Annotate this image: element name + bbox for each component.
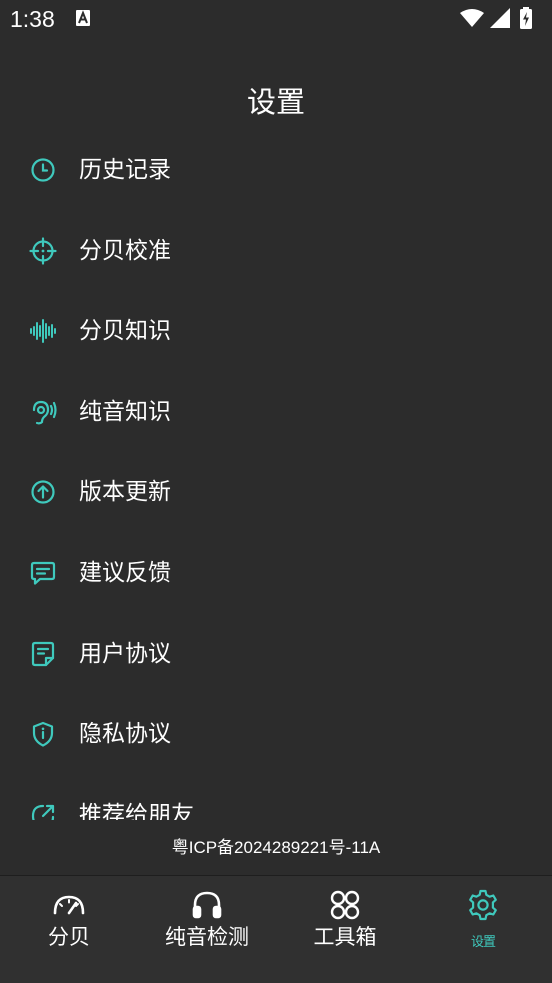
settings-item-user-agreement[interactable]: 用户协议 bbox=[0, 614, 552, 694]
status-time: 1:38 bbox=[10, 6, 55, 32]
settings-item-label: 隐私协议 bbox=[79, 721, 171, 747]
shield-icon bbox=[32, 721, 54, 747]
settings-item-version-update[interactable]: 版本更新 bbox=[0, 452, 552, 532]
icp-license-text[interactable]: 粤ICP备2024289221号-11A bbox=[0, 835, 552, 861]
tab-label: 纯音检测 bbox=[165, 925, 249, 949]
status-bar: 1:38 bbox=[0, 0, 552, 40]
tab-toolbox[interactable]: 工具箱 bbox=[276, 876, 414, 983]
notification-a-icon bbox=[76, 10, 90, 26]
settings-item-label: 分贝知识 bbox=[79, 318, 171, 344]
settings-item-pure-tone-knowledge[interactable]: 纯音知识 bbox=[0, 372, 552, 452]
arrow-up-circle-icon bbox=[31, 480, 55, 504]
settings-item-privacy-policy[interactable]: 隐私协议 bbox=[0, 694, 552, 774]
settings-item-label: 历史记录 bbox=[79, 157, 171, 183]
tab-label: 设置 bbox=[470, 935, 496, 950]
settings-item-label: 纯音知识 bbox=[79, 399, 171, 425]
tab-settings[interactable]: 设置 bbox=[414, 876, 552, 983]
speedometer-icon bbox=[53, 895, 85, 915]
message-icon bbox=[30, 561, 56, 585]
settings-item-label: 建议反馈 bbox=[79, 560, 171, 586]
wifi-icon bbox=[460, 9, 484, 27]
crosshair-icon bbox=[29, 237, 57, 265]
signal-icon bbox=[490, 8, 510, 28]
settings-item-history[interactable]: 历史记录 bbox=[0, 130, 552, 210]
page-title: 设置 bbox=[246, 85, 305, 119]
document-icon bbox=[31, 641, 55, 667]
grid-icon bbox=[330, 890, 360, 920]
tab-label: 分贝 bbox=[48, 925, 90, 949]
settings-item-decibel-knowledge[interactable]: 分贝知识 bbox=[0, 291, 552, 371]
settings-item-label: 版本更新 bbox=[79, 479, 171, 505]
tab-label: 工具箱 bbox=[313, 925, 377, 949]
settings-list[interactable]: 历史记录 分贝校准 分贝知识 纯音知识 版本更新 建议反馈 用户协议 隐私协议 … bbox=[0, 130, 552, 820]
soundwave-icon bbox=[30, 319, 56, 343]
bottom-nav: 分贝 纯音检测 工具箱 设置 bbox=[0, 875, 552, 983]
settings-item-label: 分贝校准 bbox=[79, 238, 171, 264]
headphones-icon bbox=[192, 891, 222, 919]
settings-item-label: 推荐给朋友 bbox=[79, 802, 194, 820]
settings-item-calibration[interactable]: 分贝校准 bbox=[0, 211, 552, 291]
ear-icon bbox=[32, 400, 57, 425]
clock-icon bbox=[31, 158, 55, 182]
settings-item-label: 用户协议 bbox=[79, 641, 171, 667]
gear-icon bbox=[469, 889, 497, 921]
settings-item-feedback[interactable]: 建议反馈 bbox=[0, 533, 552, 613]
tab-decibel[interactable]: 分贝 bbox=[0, 876, 138, 983]
share-icon bbox=[31, 804, 55, 820]
settings-screen: 1:38 设置 历史记录 分贝校准 分贝知识 纯音知识 版本更新 建议反馈 用户… bbox=[0, 0, 552, 983]
settings-item-recommend[interactable]: 推荐给朋友 bbox=[0, 775, 552, 820]
battery-icon bbox=[520, 7, 532, 29]
tab-pure-tone-test[interactable]: 纯音检测 bbox=[138, 876, 276, 983]
